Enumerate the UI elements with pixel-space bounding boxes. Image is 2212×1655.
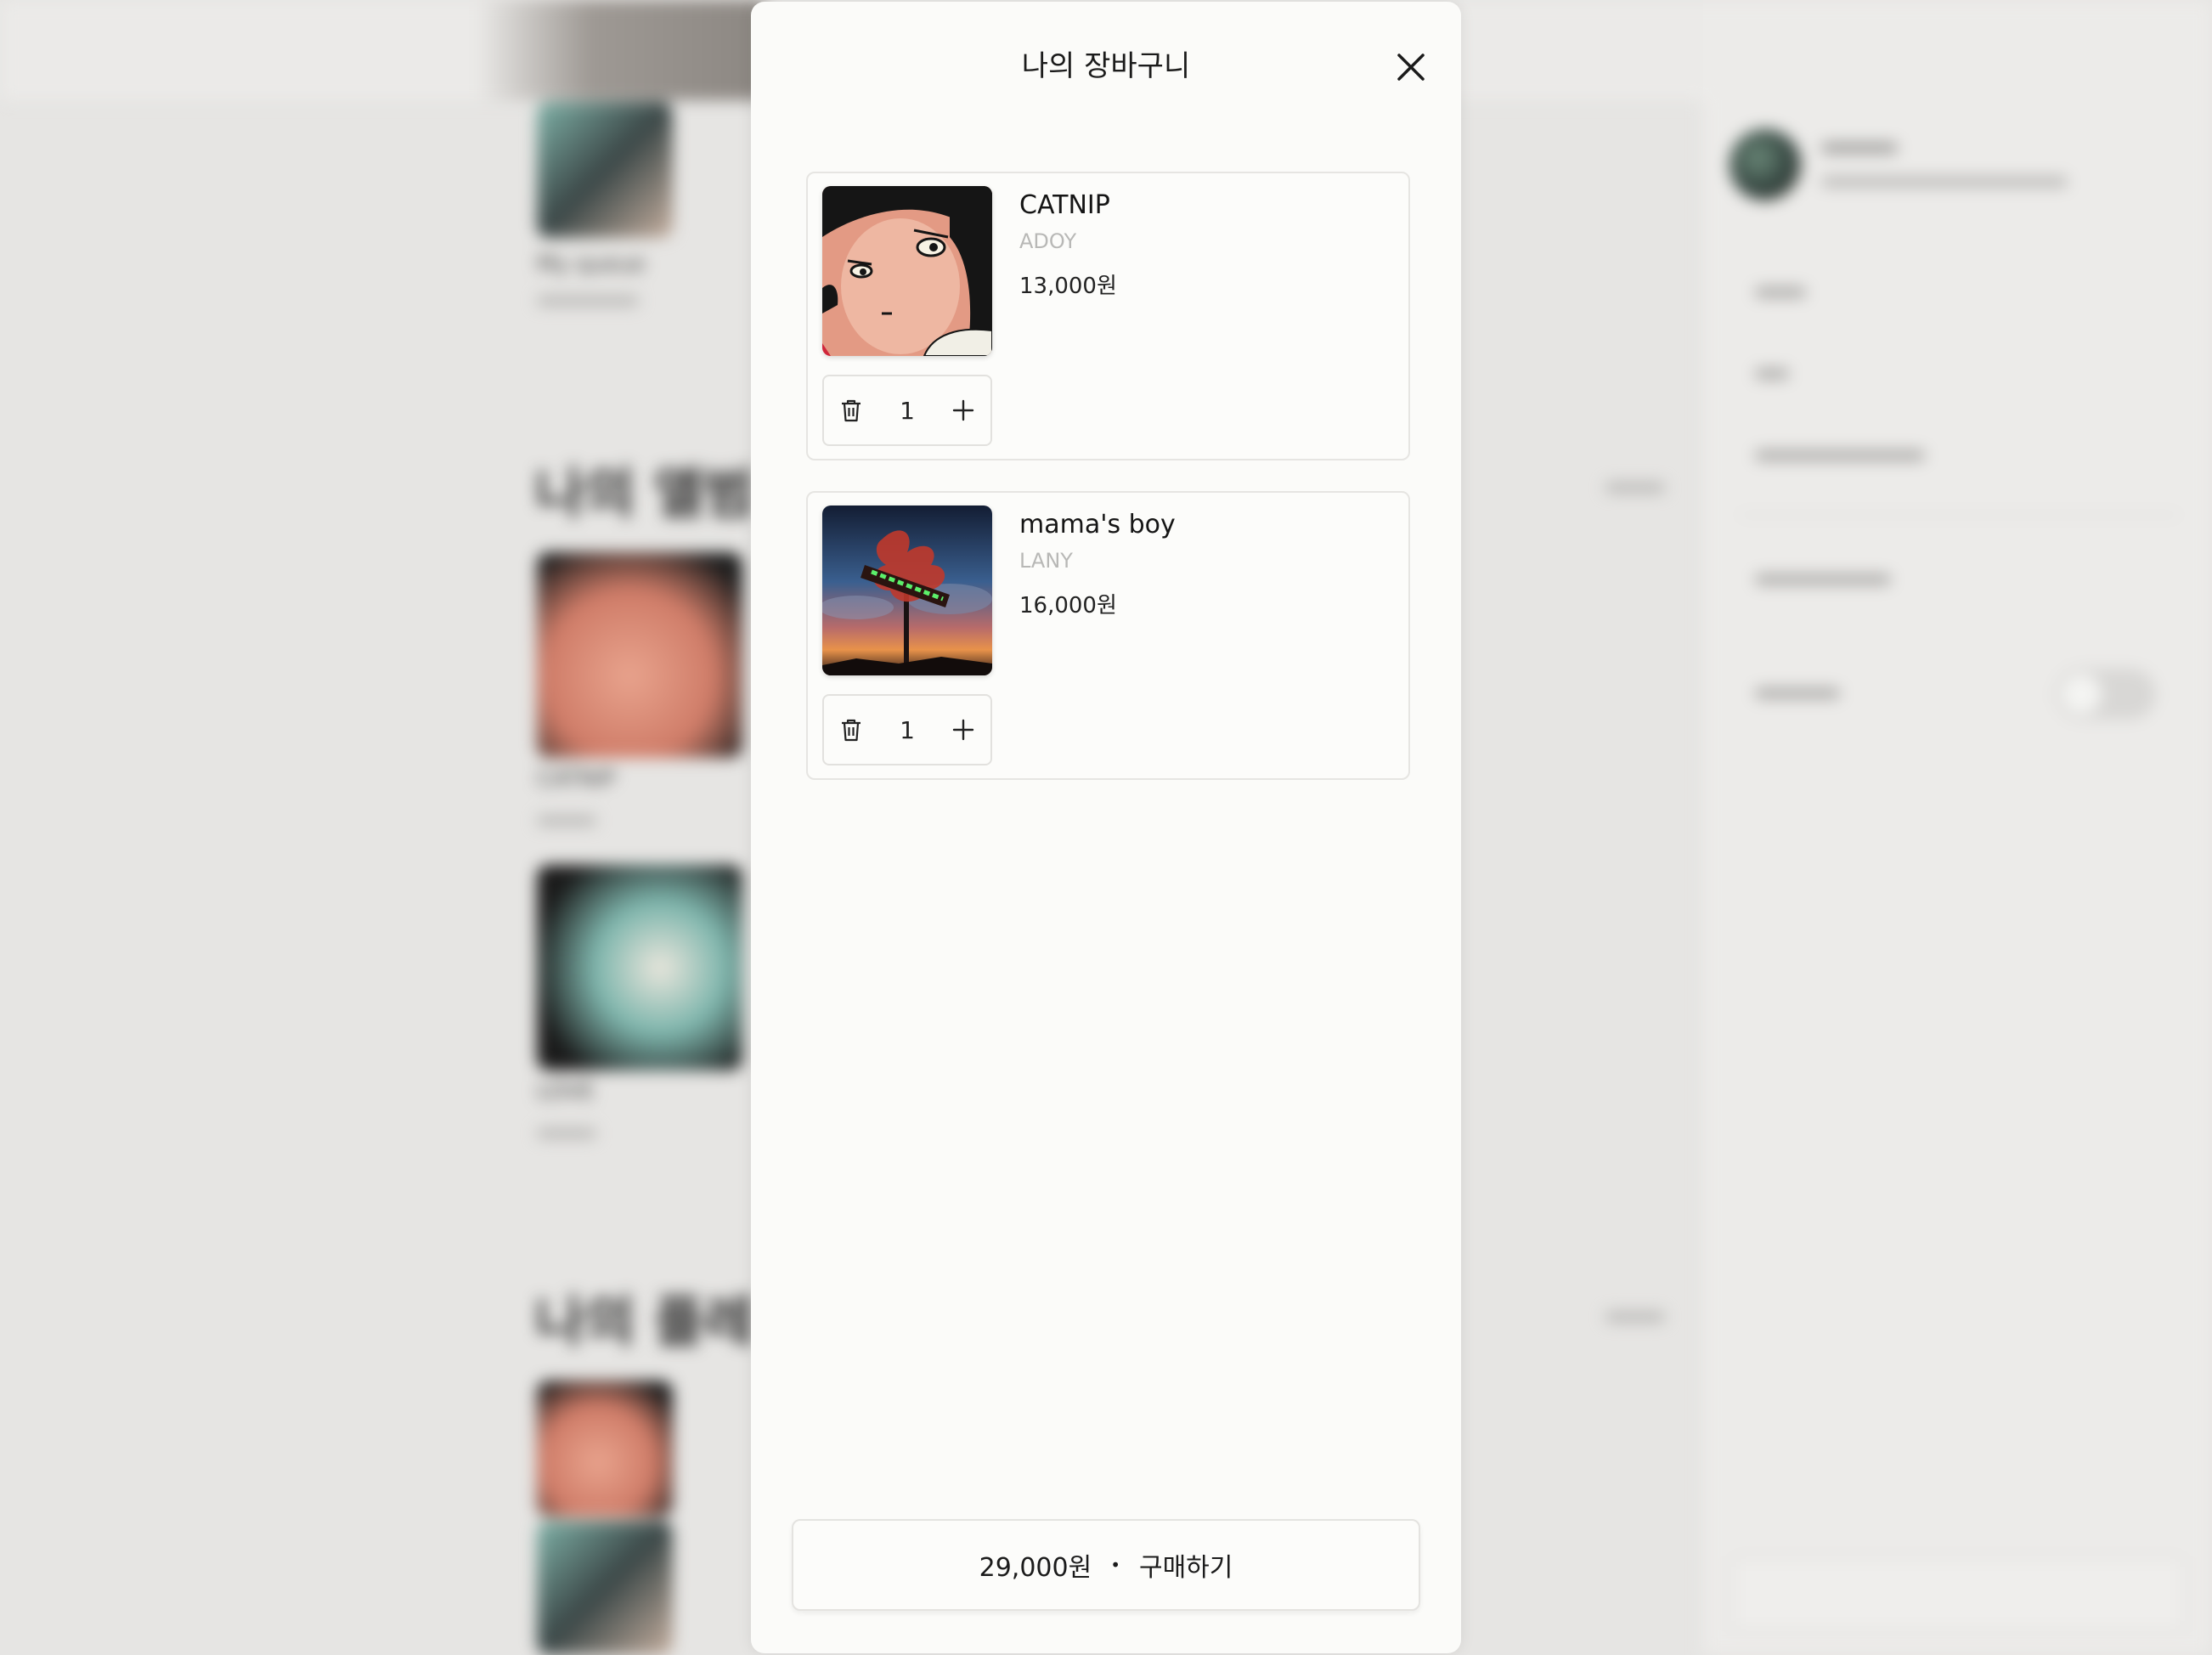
quantity-stepper: 1 [822, 375, 992, 446]
bg-playlist-thumb-2 [537, 1521, 673, 1655]
bg-queue-sub [537, 296, 639, 306]
bg-top-banner [476, 0, 765, 100]
quantity-value: 1 [900, 715, 915, 744]
bg-queue-thumb [537, 102, 673, 238]
album-cover-mamas-boy [822, 506, 992, 675]
album-cover-art [822, 186, 992, 356]
bg-sidebar [1703, 0, 2212, 1655]
separator-dot: • [1110, 1555, 1120, 1575]
increase-quantity-button[interactable] [936, 376, 990, 444]
delete-item-button[interactable] [824, 696, 878, 764]
cart-list: CATNIP ADOY 13,000원 1 mama's boy LANY 16… [806, 172, 1410, 811]
bg-more-link-1 [1605, 483, 1665, 493]
bg-avatar [1730, 129, 1801, 201]
close-button[interactable] [1390, 46, 1432, 88]
increase-quantity-button[interactable] [936, 696, 990, 764]
modal-title: 나의 장바구니 [1021, 49, 1191, 83]
item-title: mama's boy [1019, 510, 1176, 539]
bg-albums-heading: 나의 앨범 [535, 463, 754, 526]
item-price: 13,000원 [1019, 274, 1117, 299]
item-artist: LANY [1019, 549, 1073, 573]
bg-user-name [1821, 143, 1898, 153]
bg-menu-1 [1755, 287, 1806, 297]
quantity-stepper: 1 [822, 694, 992, 765]
bg-user-email [1821, 177, 2068, 187]
bg-menu-3 [1755, 450, 1925, 460]
trash-icon [842, 719, 861, 742]
plus-icon [952, 399, 974, 421]
bg-album-love-sub [537, 1128, 596, 1138]
cart-item: mama's boy LANY 16,000원 1 [806, 491, 1410, 780]
bg-album-love [537, 865, 742, 1070]
item-price: 16,000원 [1019, 593, 1117, 619]
purchase-button[interactable]: 29,000원 • 구매하기 [792, 1519, 1420, 1611]
quantity-value: 1 [900, 396, 915, 425]
trash-icon [842, 399, 861, 422]
bg-toggle [2056, 669, 2156, 720]
plus-icon [952, 719, 974, 741]
delete-item-button[interactable] [824, 376, 878, 444]
bg-menu-5 [1755, 688, 1840, 698]
bg-album-love-caption: LOVE [537, 1079, 595, 1104]
item-artist: ADOY [1019, 229, 1077, 253]
cart-modal: 나의 장바구니 CATNIP ADOY 13,000원 1 mama's boy… [751, 2, 1461, 1653]
bg-sidebar-divider [1738, 514, 2180, 516]
bg-playlists-heading: 나의 플레 [535, 1291, 754, 1354]
cart-item: CATNIP ADOY 13,000원 1 [806, 172, 1410, 460]
bg-album-catnip-sub [537, 816, 596, 826]
bg-queue-caption: My queue [537, 251, 646, 277]
album-cover-art [822, 506, 992, 675]
close-icon [1397, 54, 1425, 81]
purchase-label: 구매하기 [1138, 1553, 1233, 1583]
item-title: CATNIP [1019, 190, 1110, 220]
bg-album-catnip-caption: CATNIP [537, 766, 616, 792]
bg-menu-2 [1755, 369, 1789, 379]
album-cover-catnip [822, 186, 992, 356]
bg-album-catnip [537, 552, 742, 758]
bg-logout-button [1731, 1556, 2185, 1631]
bg-playlist-thumb-1 [537, 1381, 673, 1517]
bg-menu-4 [1755, 574, 1891, 585]
total-price: 29,000원 [979, 1553, 1092, 1583]
bg-more-link-2 [1605, 1312, 1665, 1322]
